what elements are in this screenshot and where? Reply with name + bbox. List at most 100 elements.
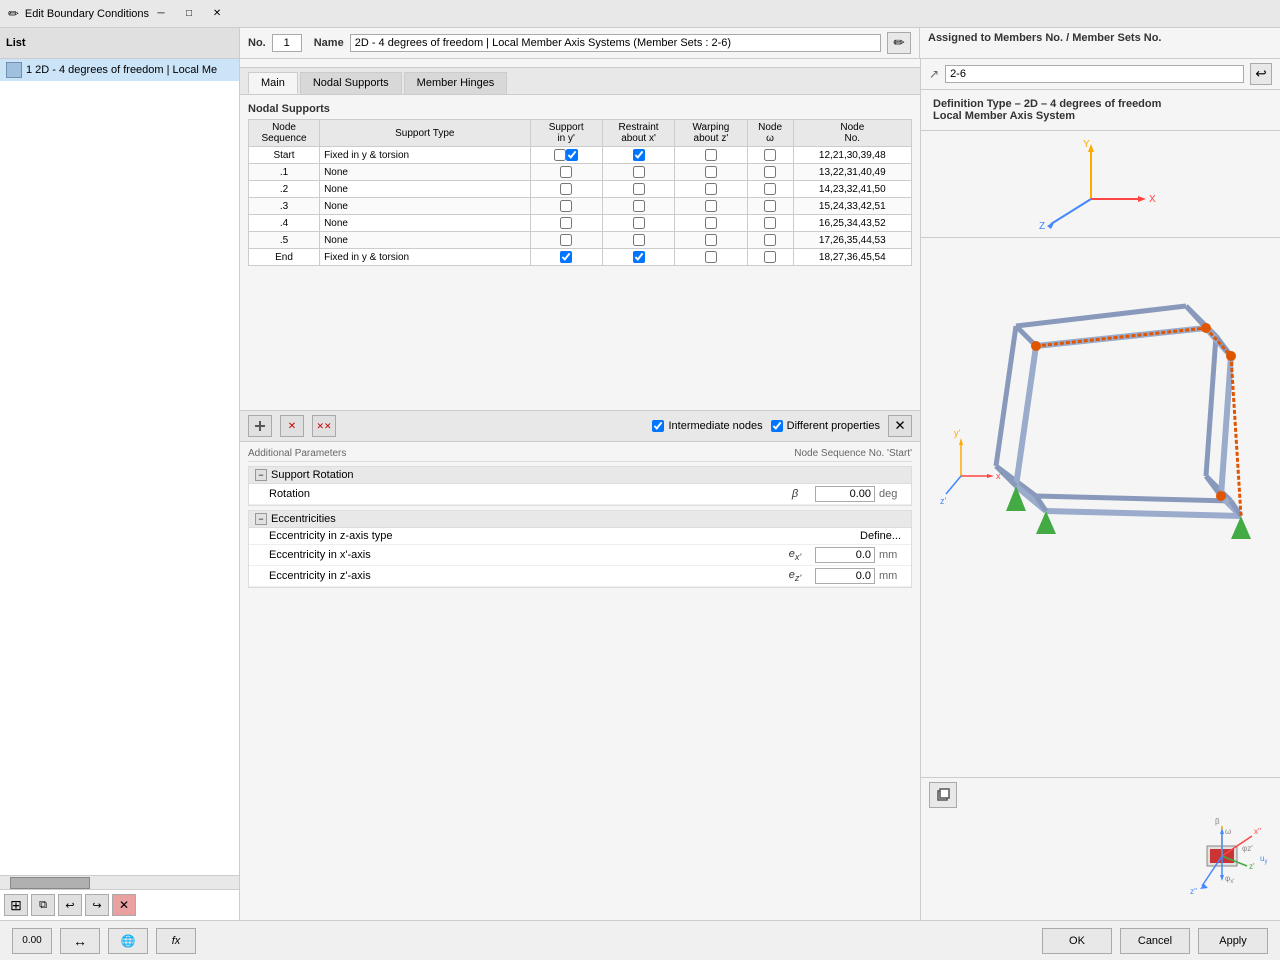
checkbox-rx-4[interactable] <box>633 217 645 229</box>
checkbox-rz-2[interactable] <box>705 183 717 195</box>
tab-nodal-supports[interactable]: Nodal Supports <box>300 72 402 94</box>
maximize-button[interactable]: □ <box>177 4 201 24</box>
cell-rx-end[interactable] <box>602 249 674 266</box>
tab-member-hinges[interactable]: Member Hinges <box>404 72 508 94</box>
cell-sy-5[interactable] <box>530 232 602 249</box>
checkbox-sy-2[interactable] <box>560 183 572 195</box>
cell-rz-start[interactable] <box>675 147 747 164</box>
cell-sy-4[interactable] <box>530 215 602 232</box>
eccen-z-input[interactable] <box>815 568 875 584</box>
ok-button[interactable]: OK <box>1042 928 1112 954</box>
tab-main[interactable]: Main <box>248 72 298 94</box>
assigned-value-input[interactable] <box>945 65 1244 83</box>
checkbox-rz-3[interactable] <box>705 200 717 212</box>
cell-sy-end[interactable] <box>530 249 602 266</box>
delete-row-button[interactable]: ✕ <box>280 415 304 437</box>
cell-rx-4[interactable] <box>602 215 674 232</box>
list-item[interactable]: 1 2D - 4 degrees of freedom | Local Me <box>0 59 239 81</box>
cell-rx-2[interactable] <box>602 181 674 198</box>
cell-sy-3[interactable] <box>530 198 602 215</box>
cell-sy-1[interactable] <box>530 164 602 181</box>
checkbox-rz-4[interactable] <box>705 217 717 229</box>
checkbox-sy-start[interactable] <box>554 149 566 161</box>
checkbox-rx-3[interactable] <box>633 200 645 212</box>
copy-item-button[interactable]: ⧉ <box>31 894 55 916</box>
cell-rz-4[interactable] <box>675 215 747 232</box>
edit-name-button[interactable]: ✏ <box>887 32 911 54</box>
checkbox-w-3[interactable] <box>764 200 776 212</box>
definition-type-line1: Definition Type – 2D – 4 degrees of free… <box>933 98 1268 110</box>
checkbox-w-4[interactable] <box>764 217 776 229</box>
cell-rx-1[interactable] <box>602 164 674 181</box>
different-properties-label[interactable]: Different properties <box>771 420 880 432</box>
checkbox-w-5[interactable] <box>764 234 776 246</box>
redo-button[interactable]: ↪ <box>85 894 109 916</box>
cancel-button[interactable]: Cancel <box>1120 928 1190 954</box>
params-header-left: Additional Parameters <box>248 448 346 459</box>
checkbox-sy-3[interactable] <box>560 200 572 212</box>
collapse-rotation-button[interactable]: − <box>255 469 267 481</box>
checkbox-w-start[interactable] <box>764 149 776 161</box>
checkbox-rz-start[interactable] <box>705 149 717 161</box>
checkbox-rx-5[interactable] <box>633 234 645 246</box>
checkbox-sy-end[interactable] <box>560 251 572 263</box>
cell-w-1[interactable] <box>747 164 793 181</box>
delete-item-button[interactable]: ✕ <box>112 894 136 916</box>
copy-view-button[interactable] <box>929 782 957 808</box>
checkbox-rz-end[interactable] <box>705 251 717 263</box>
cell-w-4[interactable] <box>747 215 793 232</box>
assigned-edit-button[interactable]: ↩ <box>1250 63 1272 85</box>
cell-rz-3[interactable] <box>675 198 747 215</box>
cell-rz-5[interactable] <box>675 232 747 249</box>
checkbox-rx-start[interactable] <box>633 149 645 161</box>
coordinate-button[interactable]: 0.00 <box>12 928 52 954</box>
checkbox-w-end[interactable] <box>764 251 776 263</box>
checkbox-sy-1[interactable] <box>560 166 572 178</box>
name-input[interactable] <box>350 34 881 52</box>
apply-button[interactable]: Apply <box>1198 928 1268 954</box>
checkbox-rz-5[interactable] <box>705 234 717 246</box>
horizontal-scrollbar[interactable] <box>0 875 239 889</box>
eccen-x-input[interactable] <box>815 547 875 563</box>
cell-w-5[interactable] <box>747 232 793 249</box>
collapse-eccen-button[interactable]: − <box>255 513 267 525</box>
delete-row2-button[interactable]: ✕✕ <box>312 415 336 437</box>
checkbox-sy2-start[interactable] <box>566 149 578 161</box>
move-button[interactable] <box>248 415 272 437</box>
toolbar-close-button[interactable]: ✕ <box>888 415 912 437</box>
checkbox-rx-end[interactable] <box>633 251 645 263</box>
checkbox-rz-1[interactable] <box>705 166 717 178</box>
checkbox-rx-2[interactable] <box>633 183 645 195</box>
cell-rx-3[interactable] <box>602 198 674 215</box>
cell-rz-2[interactable] <box>675 181 747 198</box>
cell-w-start[interactable] <box>747 147 793 164</box>
checkbox-sy-4[interactable] <box>560 217 572 229</box>
undo-button[interactable]: ↩ <box>58 894 82 916</box>
cell-w-end[interactable] <box>747 249 793 266</box>
axis-diagram-svg: Y X Z <box>1031 139 1171 229</box>
minimize-button[interactable]: ─ <box>149 4 173 24</box>
cell-sy-2[interactable] <box>530 181 602 198</box>
cell-rx-5[interactable] <box>602 232 674 249</box>
left-panel: 1 2D - 4 degrees of freedom | Local Me ⊞… <box>0 59 240 920</box>
cell-sy-start[interactable] <box>530 147 602 164</box>
cell-w-2[interactable] <box>747 181 793 198</box>
tab-bar: Main Nodal Supports Member Hinges <box>240 68 920 95</box>
cell-rz-1[interactable] <box>675 164 747 181</box>
rotation-value-input[interactable] <box>815 486 875 502</box>
globe-button[interactable]: 🌐 <box>108 928 148 954</box>
checkbox-rx-1[interactable] <box>633 166 645 178</box>
cell-rx-start[interactable] <box>602 147 674 164</box>
arrow-button[interactable]: ↔ <box>60 928 100 954</box>
different-properties-checkbox[interactable] <box>771 420 783 432</box>
intermediate-nodes-checkbox[interactable] <box>652 420 664 432</box>
intermediate-nodes-label[interactable]: Intermediate nodes <box>652 420 762 432</box>
function-button[interactable]: fx <box>156 928 196 954</box>
add-item-button[interactable]: ⊞ <box>4 894 28 916</box>
checkbox-sy-5[interactable] <box>560 234 572 246</box>
checkbox-w-1[interactable] <box>764 166 776 178</box>
checkbox-w-2[interactable] <box>764 183 776 195</box>
close-button[interactable]: ✕ <box>205 4 229 24</box>
cell-w-3[interactable] <box>747 198 793 215</box>
cell-rz-end[interactable] <box>675 249 747 266</box>
